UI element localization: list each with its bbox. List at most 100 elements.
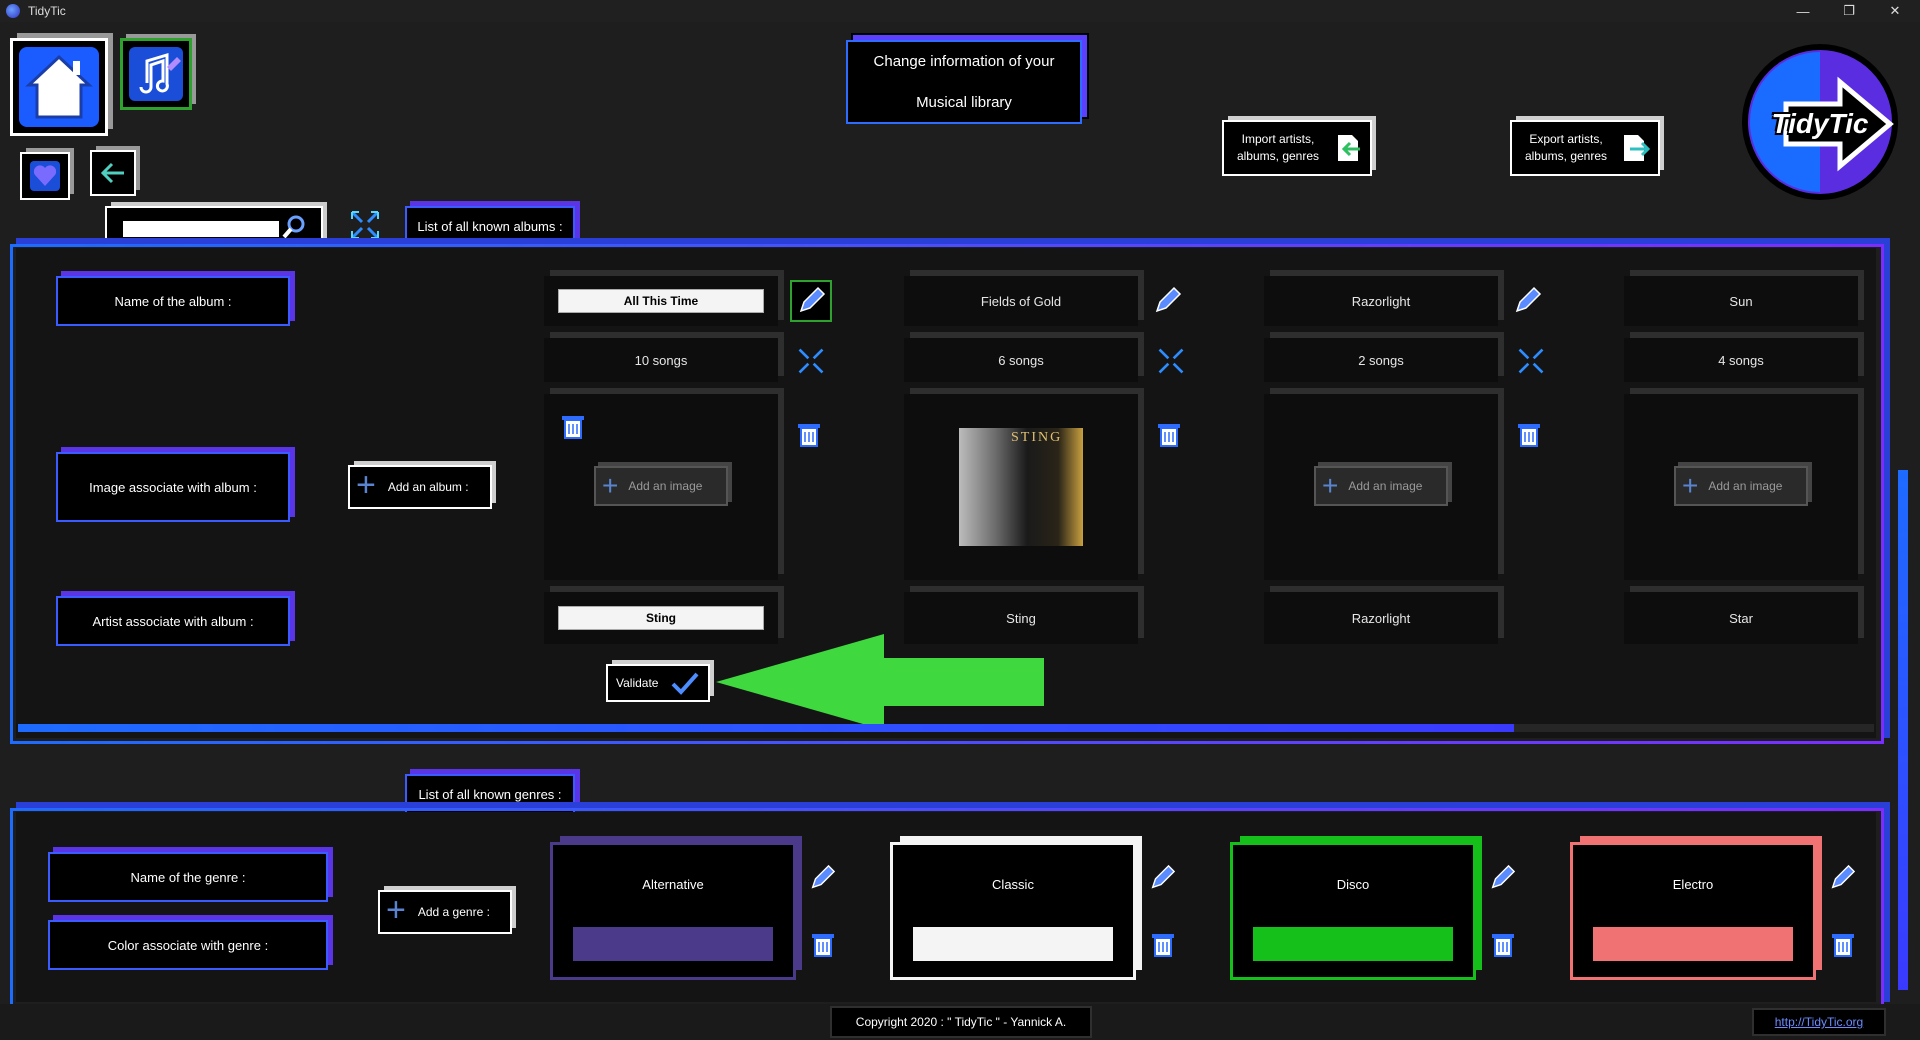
add-image-label: Add an image [628,479,703,493]
add-album-button[interactable]: + Add an album : [348,465,492,509]
validate-label: Validate [616,676,659,690]
export-label-1: Export artists, [1529,132,1603,146]
album-name-cell [544,276,778,326]
album-cover-image: STING [959,428,1083,546]
export-icon [1624,135,1650,161]
trash-icon[interactable] [1150,930,1176,958]
album-artist-cell[interactable]: Sting [904,592,1138,644]
genre-card[interactable]: Classic [890,842,1136,980]
pencil-icon[interactable] [1488,864,1516,892]
plus-icon: + [356,466,376,504]
pencil-icon[interactable] [1152,286,1182,316]
genre-card[interactable]: Disco [1230,842,1476,980]
import-button[interactable]: Import artists, albums, genres [1222,120,1372,176]
trash-icon[interactable] [1156,420,1182,448]
add-image-button[interactable]: + Add an image [1674,466,1808,506]
genre-card[interactable]: Electro [1570,842,1816,980]
album-artist-input[interactable] [558,606,764,630]
arrow-left-icon [100,162,124,184]
maximize-button[interactable]: ❐ [1826,0,1872,22]
genre-name: Electro [1672,877,1714,892]
album-name-cell[interactable]: Sun [1624,276,1858,326]
logo-text: TidyTic [1771,108,1869,139]
search-input[interactable] [123,221,279,237]
pencil-icon[interactable] [1148,864,1176,892]
pencil-icon[interactable] [1828,864,1856,892]
home-icon [19,47,99,127]
back-button[interactable] [90,150,136,196]
green-arrow-annotation [716,634,1044,730]
pencil-icon[interactable] [808,864,836,892]
album-name-row-label: Name of the album : [56,276,290,326]
trash-icon[interactable] [1490,930,1516,958]
album-songs-count: 2 songs [1264,338,1498,382]
album-artist-row-label: Artist associate with album : [56,596,290,646]
add-genre-button[interactable]: + Add a genre : [378,890,512,934]
import-label-1: Import artists, [1241,132,1315,146]
import-icon [1338,135,1360,161]
genre-color-swatch [1253,927,1453,961]
title-bar: TidyTic — ❐ ✕ [0,0,1920,22]
website-link[interactable]: http://TidyTic.org [1752,1008,1886,1036]
add-image-button[interactable]: + Add an image [594,466,728,506]
album-edit-button[interactable] [790,280,832,322]
genre-card[interactable]: Alternative [550,842,796,980]
validate-button[interactable]: Validate [606,664,710,702]
trash-icon[interactable] [1830,930,1856,958]
pencil-icon[interactable] [1512,286,1542,316]
album-songs-count: 10 songs [544,338,778,382]
album-artist-cell[interactable]: Star [1624,592,1858,644]
albums-section-title: List of all known albums : [405,206,575,246]
minimize-button[interactable]: — [1780,0,1826,22]
trash-icon[interactable] [810,930,836,958]
add-image-label: Add an image [1708,479,1783,493]
album-songs-count: 4 songs [1624,338,1858,382]
album-image-row-label: Image associate with album : [56,452,290,522]
genre-color-swatch [913,927,1113,961]
page-title-line-1: Change information of your [873,53,1055,70]
add-image-label: Add an image [1348,479,1423,493]
export-button[interactable]: Export artists, albums, genres [1510,120,1660,176]
add-genre-label: Add a genre : [417,905,490,919]
shuffle-icon[interactable] [1516,346,1546,376]
library-edit-button[interactable] [120,38,192,110]
shuffle-icon[interactable] [796,346,826,376]
vertical-scrollbar[interactable] [1898,470,1908,990]
genre-name: Alternative [642,877,704,892]
genre-color-swatch [573,927,773,961]
import-label-2: albums, genres [1236,149,1320,163]
search-box [105,206,323,244]
album-name-cell[interactable]: Fields of Gold [904,276,1138,326]
trash-icon[interactable] [796,420,822,448]
music-note-edit-icon [129,47,183,101]
plus-icon: + [1322,470,1339,501]
shuffle-icon[interactable] [1156,346,1186,376]
export-label-2: albums, genres [1524,149,1608,163]
copyright-text: Copyright 2020 : " TidyTic " - Yannick A… [830,1006,1092,1038]
heart-icon [30,161,60,191]
genre-color-row-label: Color associate with genre : [48,920,328,970]
search-icon[interactable] [281,214,307,240]
genre-color-swatch [1593,927,1793,961]
shuffle-icon[interactable] [348,208,382,242]
close-button[interactable]: ✕ [1872,0,1918,22]
scrollbar-thumb[interactable] [18,724,1514,732]
plus-icon: + [602,470,619,501]
add-image-button[interactable]: + Add an image [1314,466,1448,506]
trash-icon[interactable] [1516,420,1542,448]
album-image-cell: STING [904,394,1138,580]
window-title: TidyTic [28,4,66,18]
favorites-button[interactable] [20,152,70,200]
album-artist-cell[interactable]: Razorlight [1264,592,1498,644]
album-songs-count: 6 songs [904,338,1138,382]
add-album-label: Add an album : [387,480,469,494]
albums-horizontal-scrollbar[interactable] [18,724,1874,732]
page-title: Change information of your Musical libra… [846,40,1082,124]
album-name-cell[interactable]: Razorlight [1264,276,1498,326]
checkmark-icon [671,672,699,695]
plus-icon: + [386,891,406,929]
trash-icon[interactable] [560,412,586,440]
album-name-input[interactable] [558,289,764,313]
home-button[interactable] [10,38,108,136]
genre-name: Disco [1336,877,1370,892]
